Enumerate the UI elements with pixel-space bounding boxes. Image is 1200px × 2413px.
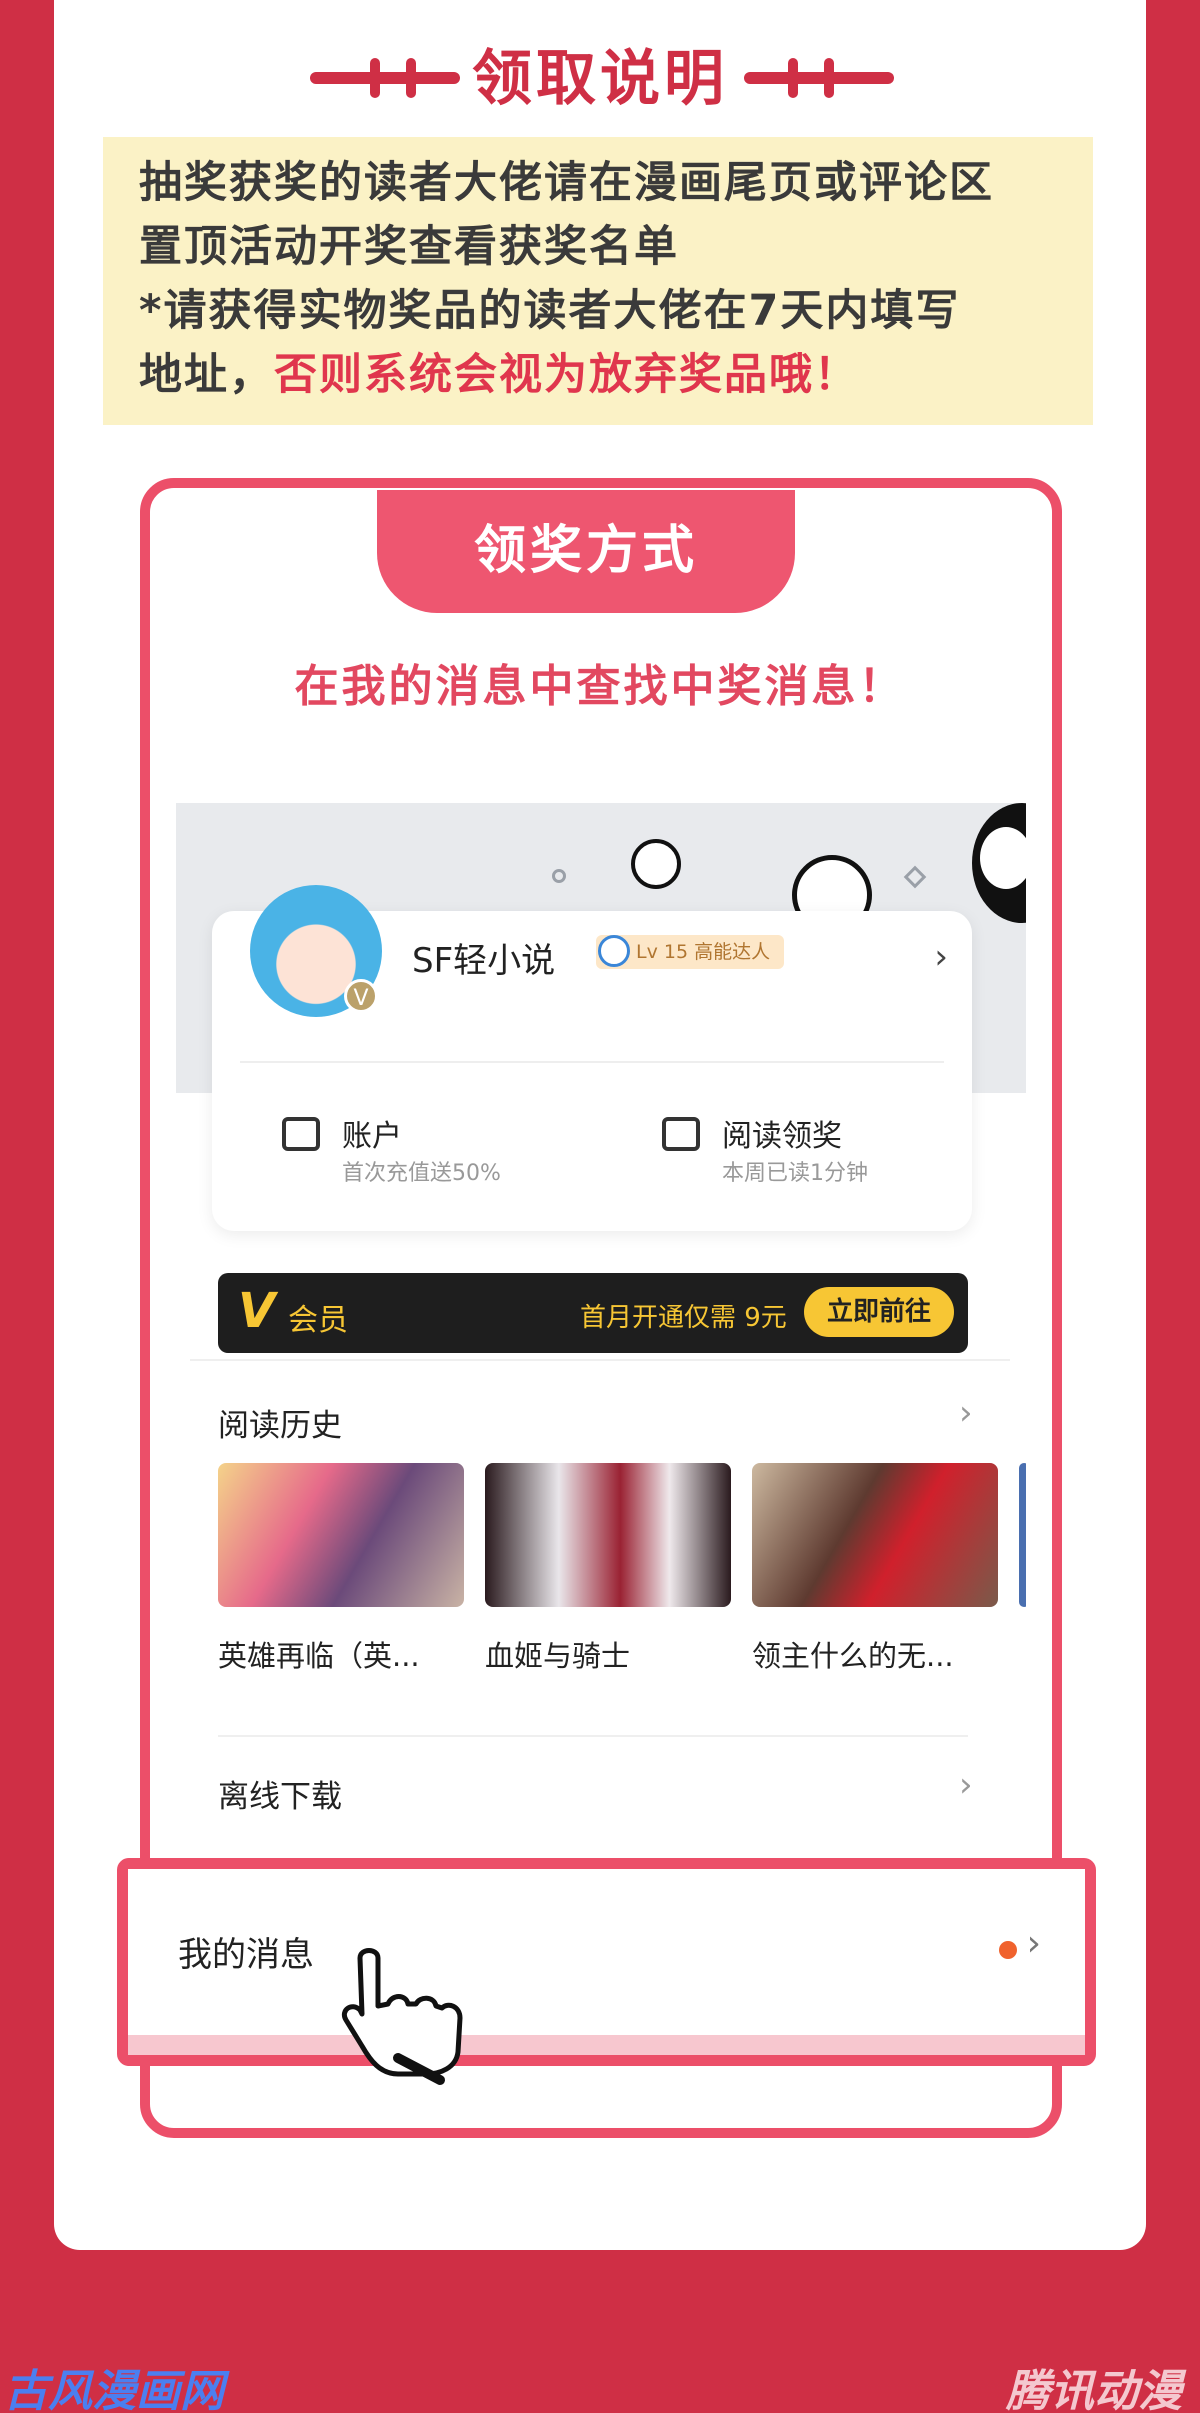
level-badge: Lv 15 高能达人 <box>596 935 785 969</box>
pointing-hand-icon <box>342 1948 463 2085</box>
my-messages-label: 我的消息 <box>178 1935 314 1975</box>
vip-logo: V <box>238 1283 276 1339</box>
notice-line: 抽奖获奖的读者大佬请在漫画尾页或评论区 <box>139 158 994 208</box>
highlight-strip <box>128 2035 1085 2055</box>
wallet-icon <box>282 1117 320 1151</box>
chevron-right-icon: › <box>1026 1923 1041 1964</box>
penguin-icon <box>972 803 1026 923</box>
history-cover[interactable] <box>752 1463 998 1607</box>
app-screenshot: V SF轻小说 Lv 15 高能达人 › 账户 首次充值送50% 阅读领奖 本周… <box>176 803 1026 1873</box>
decor-circle <box>552 869 566 883</box>
unread-dot-icon <box>999 1941 1017 1959</box>
divider <box>218 1735 968 1737</box>
notice-line: *请获得实物奖品的读者大佬在7天内填写 <box>139 286 961 336</box>
level-icon <box>598 935 630 967</box>
decor-diamond <box>903 865 927 889</box>
history-caption[interactable]: 血姬与骑士 <box>485 1633 630 1675</box>
vip-go-button[interactable]: 立即前往 <box>804 1287 954 1337</box>
history-cover[interactable] <box>485 1463 731 1607</box>
section-header: 领取说明 <box>0 30 1200 114</box>
avatar[interactable]: V <box>250 885 382 1017</box>
reading-reward-sub: 本周已读1分钟 <box>722 1161 868 1186</box>
divider <box>240 1061 944 1063</box>
notice-warning-text: 否则系统会视为放弃奖品哦！ <box>274 350 859 400</box>
history-cover[interactable] <box>1019 1463 1026 1607</box>
verified-icon: V <box>344 979 378 1013</box>
penguin-icon <box>631 839 681 889</box>
account-sub: 首次充值送50% <box>342 1161 501 1186</box>
history-caption[interactable]: 领主什么的无... <box>752 1633 954 1675</box>
watermark-left: 古风漫画网 <box>4 2366 224 2413</box>
divider <box>190 1359 1010 1361</box>
notice-box: 抽奖获奖的读者大佬请在漫画尾页或评论区 置顶活动开奖查看获奖名单 *请获得实物奖… <box>103 137 1093 425</box>
history-caption[interactable]: 英雄再临（英... <box>218 1633 420 1675</box>
vip-banner[interactable]: V 会员 首月开通仅需 9元 立即前往 <box>218 1273 968 1353</box>
page-title: 领取说明 <box>472 44 728 114</box>
notice-plain-text: 地址， <box>139 350 274 400</box>
claim-method-subtitle: 在我的消息中查找中奖消息！ <box>294 661 906 712</box>
watermark-right: 腾讯动漫 <box>1006 2366 1182 2413</box>
chevron-right-icon[interactable]: › <box>959 1765 973 1805</box>
history-cover[interactable] <box>218 1463 464 1607</box>
reading-reward-label: 阅读领奖 <box>722 1119 842 1154</box>
profile-card[interactable]: V SF轻小说 Lv 15 高能达人 › 账户 首次充值送50% 阅读领奖 本周… <box>212 885 972 1231</box>
username: SF轻小说 <box>412 941 556 981</box>
account-label: 账户 <box>342 1119 402 1154</box>
header-decoration-right <box>744 58 894 98</box>
notice-line: 地址，否则系统会视为放弃奖品哦！ <box>139 343 1057 407</box>
claim-method-tab: 领奖方式 <box>377 490 795 613</box>
offline-download-title[interactable]: 离线下载 <box>218 1771 342 1816</box>
gift-icon <box>662 1117 700 1151</box>
my-messages-row[interactable]: 我的消息 › <box>117 1858 1096 2066</box>
level-badge-text: Lv 15 高能达人 <box>636 941 771 963</box>
chevron-right-icon[interactable]: › <box>934 937 948 977</box>
reading-history-title[interactable]: 阅读历史 <box>218 1400 342 1445</box>
notice-line: 置顶活动开奖查看获奖名单 <box>139 222 679 272</box>
chevron-right-icon[interactable]: › <box>959 1393 973 1433</box>
vip-promo: 首月开通仅需 9元 <box>580 1303 787 1333</box>
vip-title: 会员 <box>288 1303 348 1338</box>
